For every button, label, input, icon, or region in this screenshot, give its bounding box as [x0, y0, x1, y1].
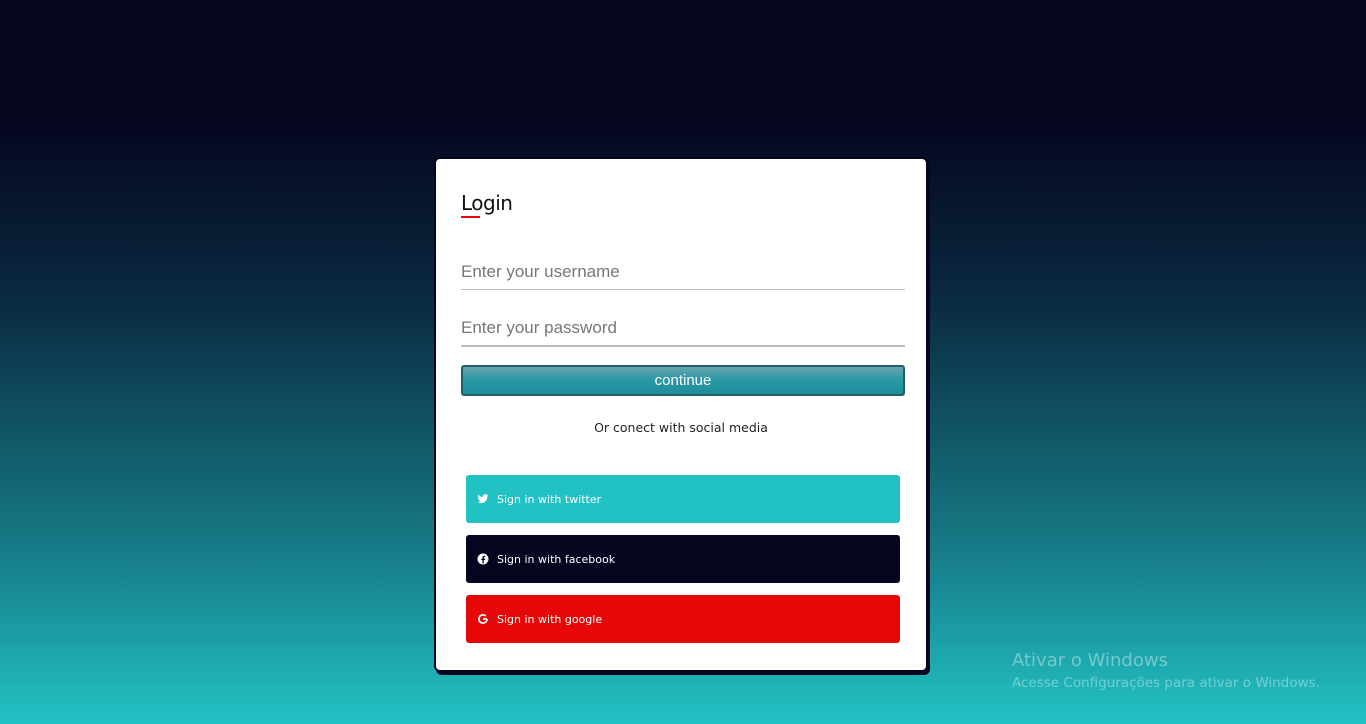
login-title: Login: [461, 191, 513, 215]
continue-button[interactable]: continue: [461, 365, 905, 396]
username-input[interactable]: [461, 255, 905, 290]
twitter-signin-button[interactable]: Sign in with twitter: [466, 475, 900, 523]
watermark-subtitle: Acesse Configurações para ativar o Windo…: [1012, 675, 1320, 691]
facebook-icon: [477, 553, 489, 565]
google-icon: [477, 613, 489, 625]
login-card: Login continue Or conect with social med…: [434, 157, 928, 672]
watermark-title: Ativar o Windows: [1012, 650, 1168, 671]
facebook-signin-label: Sign in with facebook: [497, 552, 616, 566]
facebook-signin-button[interactable]: Sign in with facebook: [466, 535, 900, 583]
google-signin-button[interactable]: Sign in with google: [466, 595, 900, 643]
google-signin-label: Sign in with google: [497, 612, 603, 626]
twitter-icon: [477, 493, 489, 505]
social-caption: Or conect with social media: [594, 420, 768, 435]
windows-activation-watermark: Ativar o Windows Acesse Configurações pa…: [1012, 650, 1320, 691]
password-input[interactable]: [461, 311, 905, 347]
twitter-signin-label: Sign in with twitter: [497, 492, 602, 506]
title-underline: [461, 216, 480, 218]
